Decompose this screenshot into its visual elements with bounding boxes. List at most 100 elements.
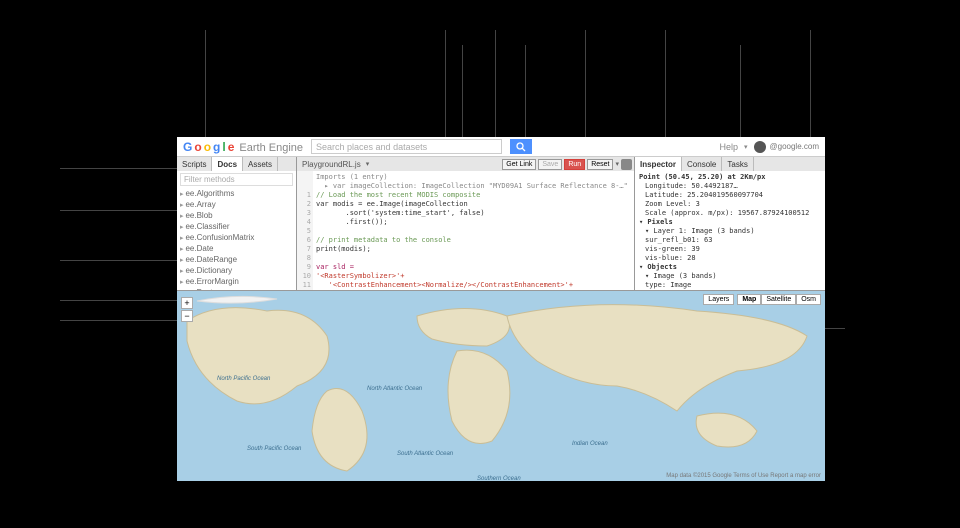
logo-letter: l bbox=[222, 140, 225, 154]
logo-letter: g bbox=[213, 140, 220, 154]
code-line[interactable]: // print metadata to the console bbox=[316, 236, 631, 245]
callout-line bbox=[60, 168, 177, 169]
doc-item[interactable]: ee.ErrorMargin bbox=[180, 276, 293, 287]
tab-tasks[interactable]: Tasks bbox=[722, 157, 753, 171]
chevron-down-icon[interactable]: ▾ bbox=[366, 157, 370, 171]
code-line[interactable]: print(modis); bbox=[316, 245, 631, 254]
script-name[interactable]: PlaygroundRL.js bbox=[297, 157, 366, 171]
map[interactable]: North Pacific OceanNorth Atlantic OceanS… bbox=[177, 291, 825, 481]
maptype-map[interactable]: Map bbox=[737, 294, 761, 305]
code-line[interactable] bbox=[316, 254, 631, 263]
run-button[interactable]: Run bbox=[564, 159, 585, 170]
ocean-label: Southern Ocean bbox=[477, 476, 521, 481]
code-line[interactable]: // Load the most recent MODIS composite bbox=[316, 191, 631, 200]
map-tiles bbox=[177, 291, 825, 481]
save-button[interactable]: Save bbox=[538, 159, 562, 170]
inspector-row: Scale (approx. m/px): 19567.87924100512 bbox=[645, 209, 821, 218]
zoom-out-button[interactable]: − bbox=[181, 310, 193, 322]
callout-line bbox=[665, 30, 666, 137]
code-line[interactable]: .sort('system:time_start', false) bbox=[316, 209, 631, 218]
callout-line bbox=[60, 320, 177, 321]
doc-item[interactable]: ee.Algorithms bbox=[180, 188, 293, 199]
doc-item[interactable]: ee.Feature bbox=[180, 287, 293, 290]
gear-icon[interactable] bbox=[621, 159, 632, 170]
inspector-row: ▾ Image (3 bands) bbox=[645, 272, 821, 281]
doc-item[interactable]: ee.Date bbox=[180, 243, 293, 254]
inspector-pixels[interactable]: ▾ Pixels bbox=[639, 218, 821, 227]
maptype-osm[interactable]: Osm bbox=[796, 294, 821, 305]
help-link[interactable]: Help bbox=[719, 142, 738, 152]
left-tabs: Scripts Docs Assets bbox=[177, 157, 296, 171]
inspector-objects[interactable]: ▾ Objects bbox=[639, 263, 821, 272]
left-panel: Scripts Docs Assets Filter methods ee.Al… bbox=[177, 157, 297, 290]
inspector-row: Zoom Level: 3 bbox=[645, 200, 821, 209]
callout-line bbox=[60, 300, 177, 301]
user-email: @google.com bbox=[770, 142, 819, 151]
topbar: G o o g l e Earth Engine Search places a… bbox=[177, 137, 825, 157]
chevron-down-icon[interactable]: ▾ bbox=[615, 160, 619, 168]
inspector-point: Point (50.45, 25.20) at 2Km/px bbox=[639, 173, 821, 182]
logo-letter: o bbox=[194, 140, 201, 154]
logo-letter: e bbox=[228, 140, 235, 154]
right-panel: Inspector Console Tasks Point (50.45, 25… bbox=[635, 157, 825, 290]
doc-item[interactable]: ee.DateRange bbox=[180, 254, 293, 265]
code-line[interactable]: ▸ var imageCollection: ImageCollection "… bbox=[316, 182, 631, 191]
code-line[interactable]: '<RasterSymbolizer>'+ bbox=[316, 272, 631, 281]
logo-letter: G bbox=[183, 140, 192, 154]
doc-item[interactable]: ee.Blob bbox=[180, 210, 293, 221]
doc-item[interactable]: ee.Classifier bbox=[180, 221, 293, 232]
layers-button[interactable]: Layers bbox=[703, 294, 734, 305]
search-button[interactable] bbox=[510, 139, 532, 154]
docs-list: Filter methods ee.Algorithmsee.Arrayee.B… bbox=[177, 171, 296, 290]
callout-line bbox=[445, 30, 446, 137]
inspector-row: Latitude: 25.204019560097704 bbox=[645, 191, 821, 200]
inspector-row: ▾ Layer 1: Image (3 bands) bbox=[645, 227, 821, 236]
callout-line bbox=[205, 30, 206, 137]
doc-item[interactable]: ee.Array bbox=[180, 199, 293, 210]
code-line[interactable]: var sld = bbox=[316, 263, 631, 272]
callout-line bbox=[740, 45, 741, 137]
product-name: Earth Engine bbox=[239, 142, 303, 154]
search-input[interactable]: Search places and datasets bbox=[311, 139, 502, 154]
reset-button[interactable]: Reset bbox=[587, 159, 613, 170]
filter-input[interactable]: Filter methods bbox=[180, 173, 293, 186]
inspector-row: vis-green: 39 bbox=[645, 245, 821, 254]
getlink-button[interactable]: Get Link bbox=[502, 159, 536, 170]
tab-docs[interactable]: Docs bbox=[212, 157, 243, 171]
callout-line bbox=[585, 30, 586, 137]
tab-console[interactable]: Console bbox=[682, 157, 722, 171]
inspector-row: Longitude: 50.4492187… bbox=[645, 182, 821, 191]
code-line[interactable]: Imports (1 entry) bbox=[316, 173, 631, 182]
code-editor[interactable]: 1234567891011121314151617181920 Imports … bbox=[297, 171, 634, 290]
callout-line bbox=[60, 260, 177, 261]
zoom-controls: + − bbox=[181, 297, 193, 322]
doc-item[interactable]: ee.ConfusionMatrix bbox=[180, 232, 293, 243]
help-dropdown-icon[interactable]: ▾ bbox=[744, 143, 748, 151]
tab-assets[interactable]: Assets bbox=[243, 157, 278, 171]
doc-item[interactable]: ee.Dictionary bbox=[180, 265, 293, 276]
search-icon bbox=[516, 142, 526, 152]
code-line[interactable]: var modis = ee.Image(imageCollection bbox=[316, 200, 631, 209]
code-line[interactable]: '<ContrastEnhancement><Normalize/></Cont… bbox=[316, 281, 631, 290]
callout-line bbox=[60, 210, 177, 211]
code-line[interactable]: .first()); bbox=[316, 218, 631, 227]
logo-letter: o bbox=[204, 140, 211, 154]
ocean-label: Indian Ocean bbox=[572, 441, 608, 447]
avatar[interactable] bbox=[754, 141, 766, 153]
maptype-satellite[interactable]: Satellite bbox=[761, 294, 796, 305]
ocean-label: South Atlantic Ocean bbox=[397, 451, 453, 457]
ocean-label: North Atlantic Ocean bbox=[367, 386, 422, 392]
earth-engine-app: G o o g l e Earth Engine Search places a… bbox=[177, 137, 825, 481]
ocean-label: South Pacific Ocean bbox=[247, 446, 301, 452]
callout-line bbox=[495, 30, 496, 137]
callout-line bbox=[525, 45, 526, 137]
inspector-row: vis-blue: 28 bbox=[645, 254, 821, 263]
callout-line bbox=[462, 45, 463, 137]
panels: Scripts Docs Assets Filter methods ee.Al… bbox=[177, 157, 825, 291]
right-tabs: Inspector Console Tasks bbox=[635, 157, 825, 171]
logo: G o o g l e Earth Engine bbox=[183, 140, 303, 154]
code-line[interactable] bbox=[316, 227, 631, 236]
tab-inspector[interactable]: Inspector bbox=[635, 157, 682, 171]
tab-scripts[interactable]: Scripts bbox=[177, 157, 212, 171]
zoom-in-button[interactable]: + bbox=[181, 297, 193, 309]
